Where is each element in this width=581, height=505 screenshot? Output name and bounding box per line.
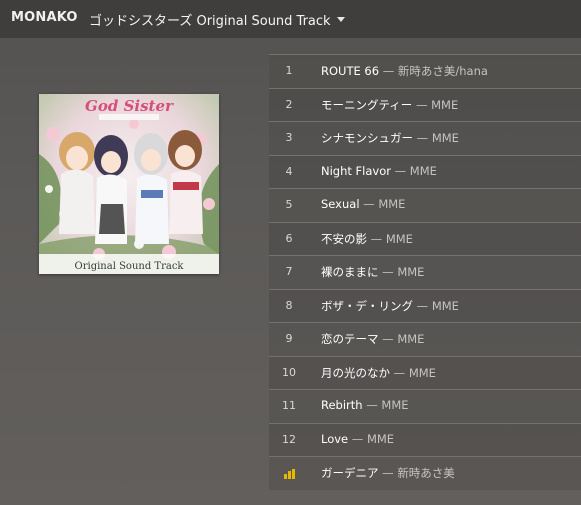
track-info: 恋のテーマ — MME [321, 331, 424, 347]
album-cover-art: God Sister Original Sound Track [39, 94, 219, 274]
track-artist: 新時あさ美 [397, 466, 455, 480]
track-artist: MME [378, 197, 406, 211]
cover-logo-text: God Sister [85, 97, 174, 115]
album-selector-dropdown[interactable]: ゴッドシスターズ Original Sound Track [89, 9, 345, 29]
track-artist: MME [431, 97, 459, 112]
track-title: シナモンシュガー [321, 131, 413, 145]
cover-caption: Original Sound Track [75, 261, 185, 272]
track-title: Night Flavor [321, 163, 391, 178]
track-artist: MME [366, 431, 395, 446]
track-row[interactable]: 6 不安の影 — MME [269, 221, 581, 255]
track-separator: — [359, 197, 379, 211]
track-number: 6 [285, 231, 293, 245]
track-artist: MME [409, 163, 437, 178]
track-info: 裸のままに — MME [321, 264, 424, 280]
track-title: Sexual [321, 197, 360, 211]
track-separator: — [379, 64, 398, 78]
track-row[interactable]: ガーデニア — 新時あさ美 [269, 456, 581, 490]
track-row[interactable]: 4 Night Flavor — MME [269, 154, 581, 188]
track-info: 不安の影 — MME [321, 231, 413, 247]
track-separator: — [378, 332, 398, 346]
track-row[interactable]: 10 月の光のなか — MME [269, 355, 581, 389]
track-row[interactable]: 3 シナモンシュガー — MME [269, 121, 581, 155]
track-info: 月の光のなか — MME [321, 365, 436, 381]
track-artist: MME [431, 131, 459, 145]
track-artist: MME [431, 298, 459, 313]
track-number: 12 [282, 432, 296, 446]
track-separator: — [362, 398, 382, 412]
track-number: 5 [285, 198, 293, 211]
track-title: Love [321, 431, 349, 446]
track-info: ガーデニア — 新時あさ美 [321, 465, 455, 481]
track-number: 9 [285, 332, 293, 345]
track-row[interactable]: 1 ROUTE 66 — 新時あさ美/hana [269, 54, 581, 88]
track-artist: MME [408, 365, 436, 380]
album-title: ゴッドシスターズ Original Sound Track [89, 13, 331, 29]
track-number: 11 [282, 399, 296, 412]
track-separator: — [413, 298, 432, 313]
track-row[interactable]: 12 Love — MME [269, 422, 581, 456]
track-artist: 新時あさ美/hana [397, 64, 488, 78]
app-name[interactable]: MONAKO [11, 10, 78, 25]
track-info: シナモンシュガー — MME [321, 130, 459, 146]
chevron-down-icon [336, 17, 345, 22]
track-separator: — [348, 431, 367, 446]
track-separator: — [378, 466, 398, 480]
track-number: 3 [285, 131, 293, 144]
track-separator: — [367, 231, 386, 246]
track-number: 1 [285, 64, 293, 77]
track-title: ボザ・デ・リング [321, 298, 413, 313]
track-number: 4 [285, 164, 293, 178]
track-row[interactable]: 9 恋のテーマ — MME [269, 322, 581, 356]
track-info: Love — MME [321, 432, 394, 446]
track-separator: — [413, 131, 432, 145]
track-title: 裸のままに [321, 265, 379, 279]
track-number: 8 [285, 298, 293, 312]
track-title: ガーデニア [321, 466, 379, 480]
track-info: Sexual — MME [321, 197, 405, 211]
track-info: Rebirth — MME [321, 398, 409, 412]
track-title: Rebirth [321, 398, 363, 412]
top-bar: MONAKO ゴッドシスターズ Original Sound Track [0, 0, 581, 38]
track-title: モーニングティー [321, 97, 413, 112]
track-separator: — [390, 365, 409, 380]
track-separator: — [390, 163, 410, 178]
track-info: Night Flavor — MME [321, 164, 437, 178]
track-title: 不安の影 [321, 231, 367, 246]
track-list: 1 ROUTE 66 — 新時あさ美/hana 2 モーニングティー — MME 3 シナ… [269, 54, 581, 490]
track-separator: — [378, 265, 398, 279]
track-separator: — [412, 97, 432, 112]
track-number: 7 [285, 265, 293, 278]
track-artist: MME [385, 231, 413, 246]
track-row[interactable]: 5 Sexual — MME [269, 188, 581, 222]
track-artist: MME [397, 265, 425, 279]
track-row[interactable]: 11 Rebirth — MME [269, 389, 581, 423]
track-row[interactable]: 7 裸のままに — MME [269, 255, 581, 289]
track-title: 恋のテーマ [321, 332, 379, 346]
track-title: 月の光のなか [321, 365, 390, 380]
track-title: ROUTE 66 [321, 64, 380, 78]
track-number: 10 [282, 365, 296, 379]
track-info: ROUTE 66 — 新時あさ美/hana [321, 63, 488, 79]
track-artist: MME [381, 398, 409, 412]
track-info: モーニングティー — MME [321, 97, 458, 113]
track-artist: MME [397, 332, 425, 346]
track-number: 2 [285, 97, 293, 111]
now-playing-bars-icon [284, 469, 296, 479]
music-player-window: MONAKO ゴッドシスターズ Original Sound Track God… [0, 0, 581, 505]
track-info: ボザ・デ・リング — MME [321, 298, 459, 314]
track-row[interactable]: 2 モーニングティー — MME [269, 87, 581, 121]
track-row[interactable]: 8 ボザ・デ・リング — MME [269, 288, 581, 322]
